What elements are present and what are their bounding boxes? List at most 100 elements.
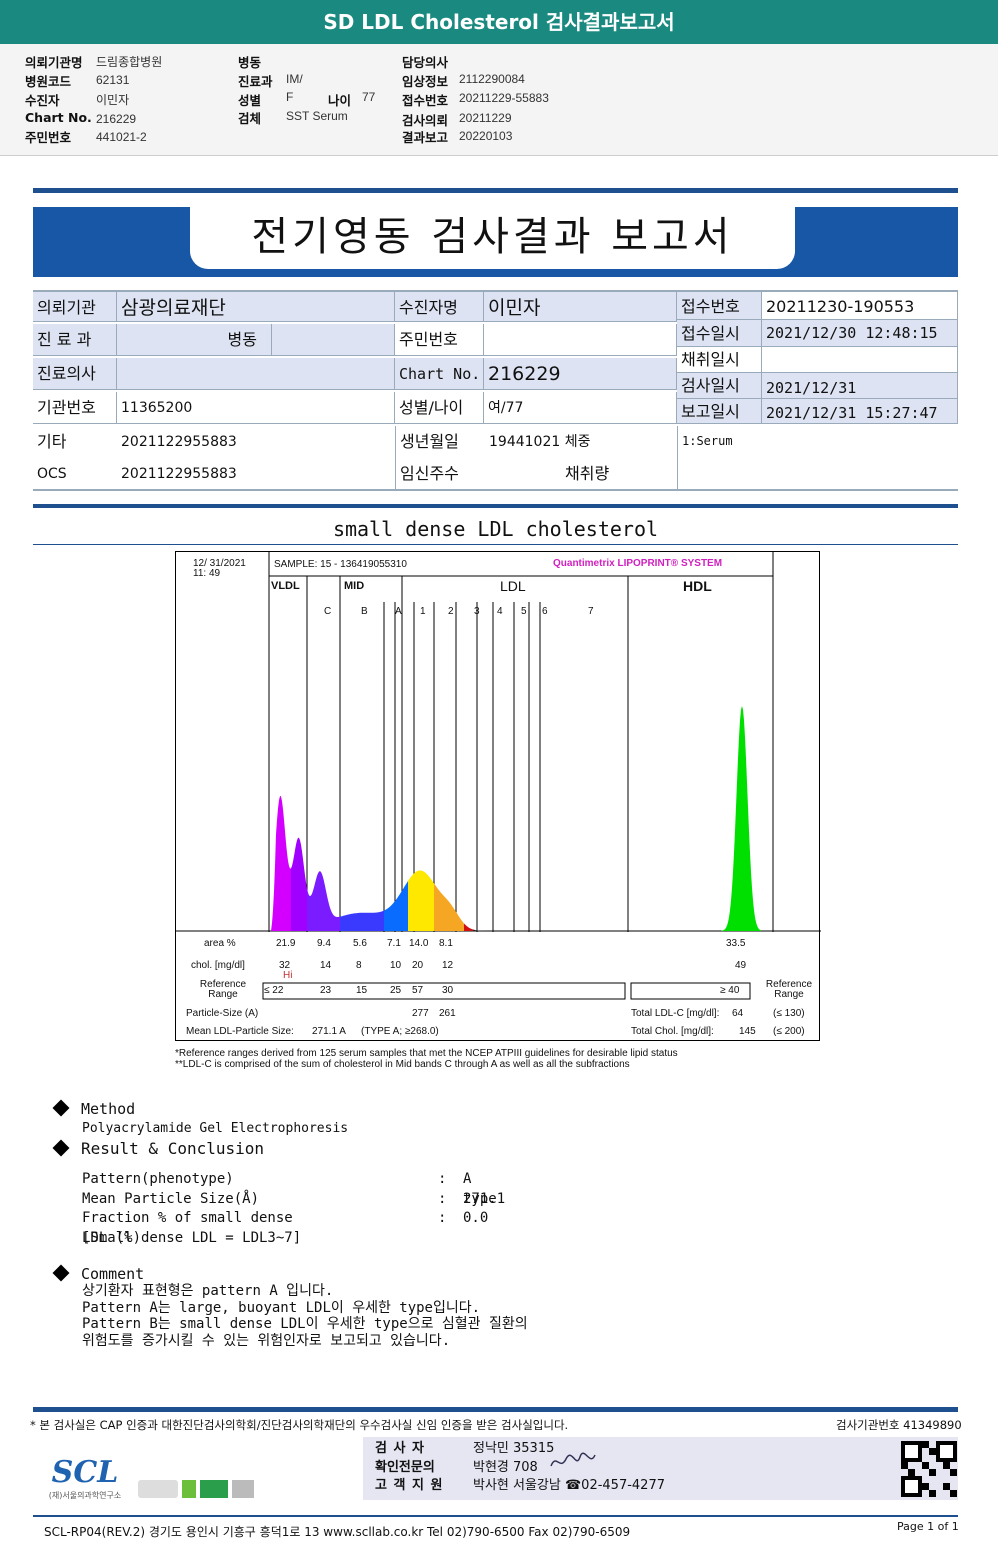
label: 기타 xyxy=(37,432,67,451)
method-section: Method Polyacrylamide Gel Electrophoresi… xyxy=(52,1099,349,1158)
ref-value: ≥ 40 xyxy=(720,985,740,996)
value: 2021/12/31 xyxy=(762,373,958,399)
divider xyxy=(33,188,958,193)
band-label: B xyxy=(361,606,368,617)
aabb-logo xyxy=(232,1480,254,1498)
hdl-peak xyxy=(721,706,761,931)
size-value: 261 xyxy=(439,1008,456,1019)
label: Chart No. xyxy=(395,358,484,390)
value: 20211229-55883 xyxy=(459,91,549,105)
mean-size: 271.1 A xyxy=(312,1026,346,1037)
value: 2021122955883 xyxy=(121,466,237,482)
curve-segment xyxy=(434,883,464,931)
value: 62131 xyxy=(96,73,130,87)
chol-value: 49 xyxy=(735,960,747,971)
value: 216229 xyxy=(96,112,137,126)
separator: : xyxy=(438,1210,447,1226)
value: 19441021 체중 xyxy=(489,434,591,450)
group-ldl: LDL xyxy=(500,578,526,594)
band-label: 4 xyxy=(497,606,503,617)
label: 수진자 xyxy=(25,93,60,108)
eqa-logo xyxy=(200,1480,228,1498)
comment-line: Pattern B는 small dense LDL이 우세한 type으로 심… xyxy=(82,1316,528,1332)
band-label: 5 xyxy=(521,606,527,617)
label: 병원코드 xyxy=(25,74,72,89)
method-title: Method xyxy=(81,1100,136,1118)
summary-header: 의뢰기관명 드림종합병원 병원코드 62131 수진자 이민자 Chart No. 21… xyxy=(0,44,998,156)
value: 216229 xyxy=(484,358,677,390)
label: 진 료 과 xyxy=(33,324,117,356)
band-label: 7 xyxy=(588,606,594,617)
ref-value: (≤ 130) xyxy=(773,1008,805,1019)
label: 기관번호 xyxy=(33,392,117,424)
result-row: Mean Particle Size(Å):271.1 xyxy=(82,1190,505,1210)
curve-segment xyxy=(408,870,434,931)
value: 2021122955883 xyxy=(121,434,237,450)
sample-id: SAMPLE: 15 - 136419055310 xyxy=(274,559,407,570)
label: Chart No. xyxy=(25,110,92,125)
chart-notes: *Reference ranges derived from 125 serum… xyxy=(175,1048,678,1070)
divider xyxy=(33,1407,958,1412)
label: 생년월일 xyxy=(395,426,484,458)
label: 진료과 xyxy=(238,74,273,89)
window-title: SD LDL Cholesterol 검사결과보고서 xyxy=(0,0,998,44)
band-label: 2 xyxy=(448,606,454,617)
address: SCL-RP04(REV.2) 경기도 용인시 기흥구 흥덕1로 13 www.… xyxy=(44,1525,631,1539)
ref-value: 25 xyxy=(390,985,402,996)
diamond-icon xyxy=(52,1264,70,1282)
ref-value: 23 xyxy=(320,985,332,996)
comment-section: Comment 상기환자 표현형은 pattern A 입니다. Pattern… xyxy=(52,1264,528,1349)
value: 이민자 xyxy=(484,290,677,322)
lab-number: 검사기관번호 41349890 xyxy=(836,1418,962,1432)
ref-value: (≤ 200) xyxy=(773,1026,805,1037)
divider xyxy=(33,489,958,491)
value: 병동 xyxy=(117,324,272,356)
diamond-icon xyxy=(52,1099,70,1117)
diamond-icon xyxy=(52,1139,70,1157)
curve-segment xyxy=(291,837,307,931)
method-text: Polyacrylamide Gel Electrophoresis xyxy=(82,1121,349,1136)
value: IM/ xyxy=(286,72,303,86)
band-label: 3 xyxy=(474,606,480,617)
divider xyxy=(33,504,958,508)
section-title: small dense LDL cholesterol xyxy=(332,517,659,541)
group-mid: MID xyxy=(344,580,365,592)
label: 성별/나이 xyxy=(395,392,484,424)
curve-segment xyxy=(269,796,291,931)
qr-code xyxy=(901,1441,957,1497)
chol-value: 14 xyxy=(320,960,332,971)
curve-segment xyxy=(307,871,340,931)
label: 담당의사 xyxy=(402,55,449,70)
hi-flag: Hi xyxy=(283,970,293,981)
comment-line: 위험도를 증가시킬 수 있는 위험인자로 보고되고 있습니다. xyxy=(82,1332,451,1349)
cert-note: * 본 검사실은 CAP 인증과 대한진단검사의학회/진단검사의학재단의 우수검… xyxy=(30,1418,569,1432)
row-label: Particle-Size (A) xyxy=(186,1008,259,1019)
value: 441021-2 xyxy=(96,130,147,144)
lm-logo xyxy=(182,1480,196,1498)
label: 병동 xyxy=(238,55,262,70)
curve-segment xyxy=(464,923,473,931)
ref-value: 30 xyxy=(442,985,454,996)
label: 나이 xyxy=(328,93,352,108)
label: 주민번호 xyxy=(395,324,484,356)
result-label: Mean Particle Size(Å) xyxy=(82,1190,260,1207)
ref-value: 15 xyxy=(356,985,368,996)
blank xyxy=(272,324,395,356)
result-row: Fraction % of small dense LDL (%):0.0 xyxy=(82,1209,488,1246)
value: 2112290084 xyxy=(459,72,525,86)
chol-value: 8 xyxy=(356,960,362,971)
curve-segment xyxy=(340,910,384,931)
label: 의뢰기관 xyxy=(33,290,117,322)
result-table: Pattern(phenotype): A type Mean Particle S… xyxy=(82,1170,505,1248)
row-label: Total Chol. [mg/dl]: xyxy=(631,1026,714,1037)
row-label: Total LDL-C [mg/dl]: xyxy=(631,1008,720,1019)
group-vldl: VLDL xyxy=(271,580,300,592)
comment-title: Comment xyxy=(81,1265,145,1283)
curve-segment xyxy=(384,881,408,931)
value: 20211229 xyxy=(459,111,512,125)
area-value: 33.5 xyxy=(726,938,746,949)
group-hdl: HDL xyxy=(683,578,712,594)
label: 임상정보 xyxy=(402,74,449,89)
chol-value: 10 xyxy=(390,960,402,971)
value: 20220103 xyxy=(459,129,513,143)
